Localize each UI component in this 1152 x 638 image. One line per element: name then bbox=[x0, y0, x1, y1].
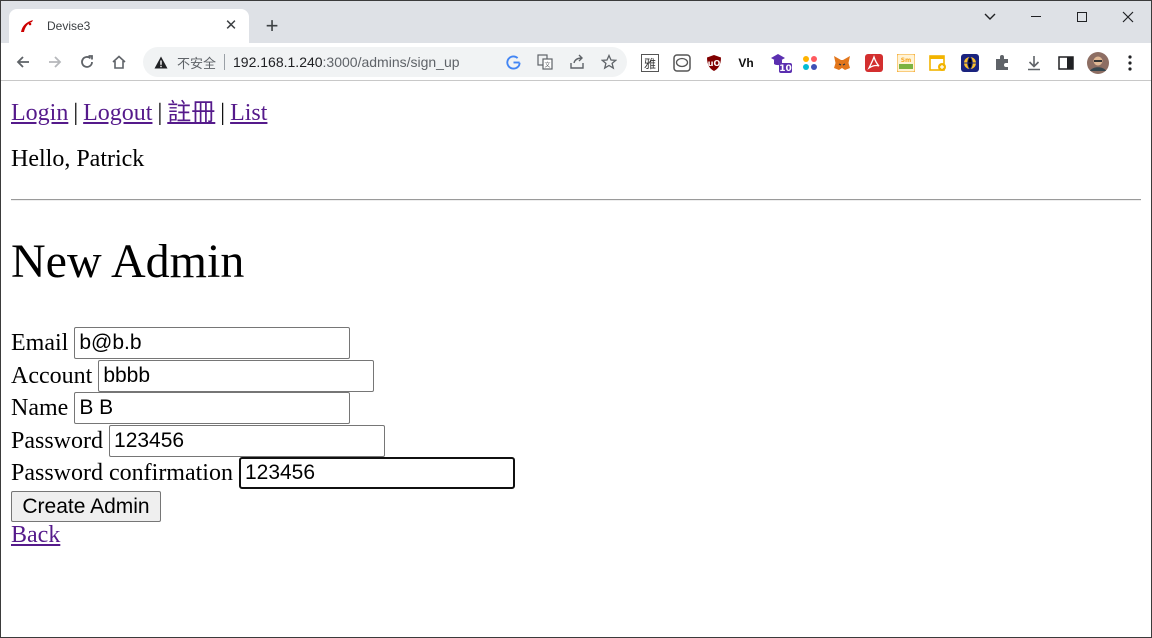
metamask-fox-icon[interactable] bbox=[833, 54, 851, 72]
tutor-badge-count: 10 bbox=[779, 64, 792, 74]
forward-arrow-icon[interactable] bbox=[41, 48, 69, 76]
acrobat-pdf-icon[interactable] bbox=[865, 54, 883, 72]
tab-search-icon[interactable] bbox=[967, 1, 1013, 33]
tab-title: Devise3 bbox=[47, 19, 91, 33]
calendar-extension-icon[interactable] bbox=[929, 54, 947, 72]
profile-avatar[interactable] bbox=[1087, 52, 1109, 74]
password-field[interactable] bbox=[109, 425, 386, 457]
home-icon[interactable] bbox=[105, 48, 133, 76]
tutor-extension-icon[interactable]: 10 bbox=[769, 54, 793, 74]
svg-text:文: 文 bbox=[544, 61, 550, 69]
close-window-icon[interactable] bbox=[1105, 1, 1151, 33]
tab-strip: Devise3 ✕ + bbox=[1, 1, 1151, 43]
address-bar[interactable]: 不安全 192.168.1.240:3000/admins/sign_up 文 bbox=[143, 47, 627, 77]
ublock-origin-icon[interactable]: uO bbox=[705, 54, 723, 72]
nav-separator: | bbox=[157, 100, 163, 126]
nav-separator: | bbox=[220, 100, 226, 126]
password-label: Password bbox=[11, 427, 104, 454]
account-field[interactable] bbox=[98, 360, 375, 392]
password-row: Password bbox=[11, 425, 386, 457]
url-host: 192.168.1.240 bbox=[233, 54, 323, 70]
nav-separator: | bbox=[73, 100, 79, 126]
svg-text:uO: uO bbox=[708, 59, 721, 68]
reload-icon[interactable] bbox=[73, 48, 101, 76]
back-link[interactable]: Back bbox=[11, 522, 60, 549]
name-field[interactable] bbox=[74, 392, 351, 424]
not-secure-label[interactable]: 不安全 bbox=[177, 53, 216, 72]
google-lens-icon[interactable] bbox=[505, 54, 521, 70]
page-title: New Admin bbox=[11, 235, 245, 288]
svg-text:Sm: Sm bbox=[901, 57, 912, 64]
email-field[interactable] bbox=[74, 327, 351, 359]
url-text[interactable]: 192.168.1.240:3000/admins/sign_up bbox=[233, 54, 460, 70]
name-row: Name bbox=[11, 392, 351, 424]
browser-tab[interactable]: Devise3 ✕ bbox=[9, 9, 249, 43]
logout-link[interactable]: Logout bbox=[83, 100, 152, 126]
password-confirmation-row: Password confirmation bbox=[11, 457, 515, 489]
back-arrow-icon[interactable] bbox=[9, 48, 37, 76]
colorful-dots-extension-icon[interactable] bbox=[801, 54, 819, 72]
url-path: :3000/admins/sign_up bbox=[322, 54, 460, 70]
new-tab-icon[interactable]: + bbox=[259, 13, 285, 39]
browser-toolbar: 不安全 192.168.1.240:3000/admins/sign_up 文 … bbox=[1, 43, 1151, 81]
password-confirmation-label: Password confirmation bbox=[11, 459, 233, 486]
translate-icon[interactable]: 文 bbox=[537, 54, 553, 70]
list-link[interactable]: List bbox=[230, 100, 267, 126]
login-link[interactable]: Login bbox=[11, 100, 68, 126]
yahoo-dictionary-icon[interactable]: 雅 bbox=[641, 54, 659, 72]
bookmark-star-icon[interactable] bbox=[601, 54, 617, 70]
rails-favicon-icon bbox=[19, 18, 35, 34]
browser-window: Devise3 ✕ + 不安全 192.168.1.240:3000/admin… bbox=[0, 0, 1152, 638]
email-label: Email bbox=[11, 329, 69, 356]
download-icon[interactable] bbox=[1025, 54, 1043, 72]
horizontal-divider bbox=[11, 199, 1141, 201]
close-tab-icon[interactable]: ✕ bbox=[223, 18, 239, 34]
create-admin-button[interactable]: Create Admin bbox=[11, 491, 161, 522]
password-confirmation-field[interactable] bbox=[238, 457, 515, 489]
vh-extension-icon[interactable]: Vh bbox=[737, 54, 755, 72]
email-row: Email bbox=[11, 327, 351, 359]
account-row: Account bbox=[11, 360, 375, 392]
name-label: Name bbox=[11, 394, 69, 421]
not-secure-warning-icon[interactable] bbox=[153, 54, 169, 70]
line-icon[interactable] bbox=[673, 54, 691, 72]
smart-fill-extension-icon[interactable]: Sm bbox=[897, 54, 915, 72]
extensions-puzzle-icon[interactable] bbox=[993, 54, 1011, 72]
omnibox-divider bbox=[224, 54, 226, 70]
side-panel-icon[interactable] bbox=[1057, 54, 1075, 72]
globe-extension-icon[interactable] bbox=[961, 54, 979, 72]
minimize-icon[interactable] bbox=[1013, 1, 1059, 33]
account-label: Account bbox=[11, 362, 93, 389]
page-content: Login | Logout | 註冊 | List Hello, Patrick New … bbox=[1, 82, 1151, 637]
greeting-text: Hello, Patrick bbox=[11, 146, 145, 172]
maximize-icon[interactable] bbox=[1059, 1, 1105, 33]
kebab-menu-icon[interactable] bbox=[1121, 54, 1139, 72]
share-icon[interactable] bbox=[569, 54, 585, 70]
top-navigation: Login | Logout | 註冊 | List bbox=[11, 92, 267, 127]
register-link[interactable]: 註冊 bbox=[167, 100, 215, 126]
